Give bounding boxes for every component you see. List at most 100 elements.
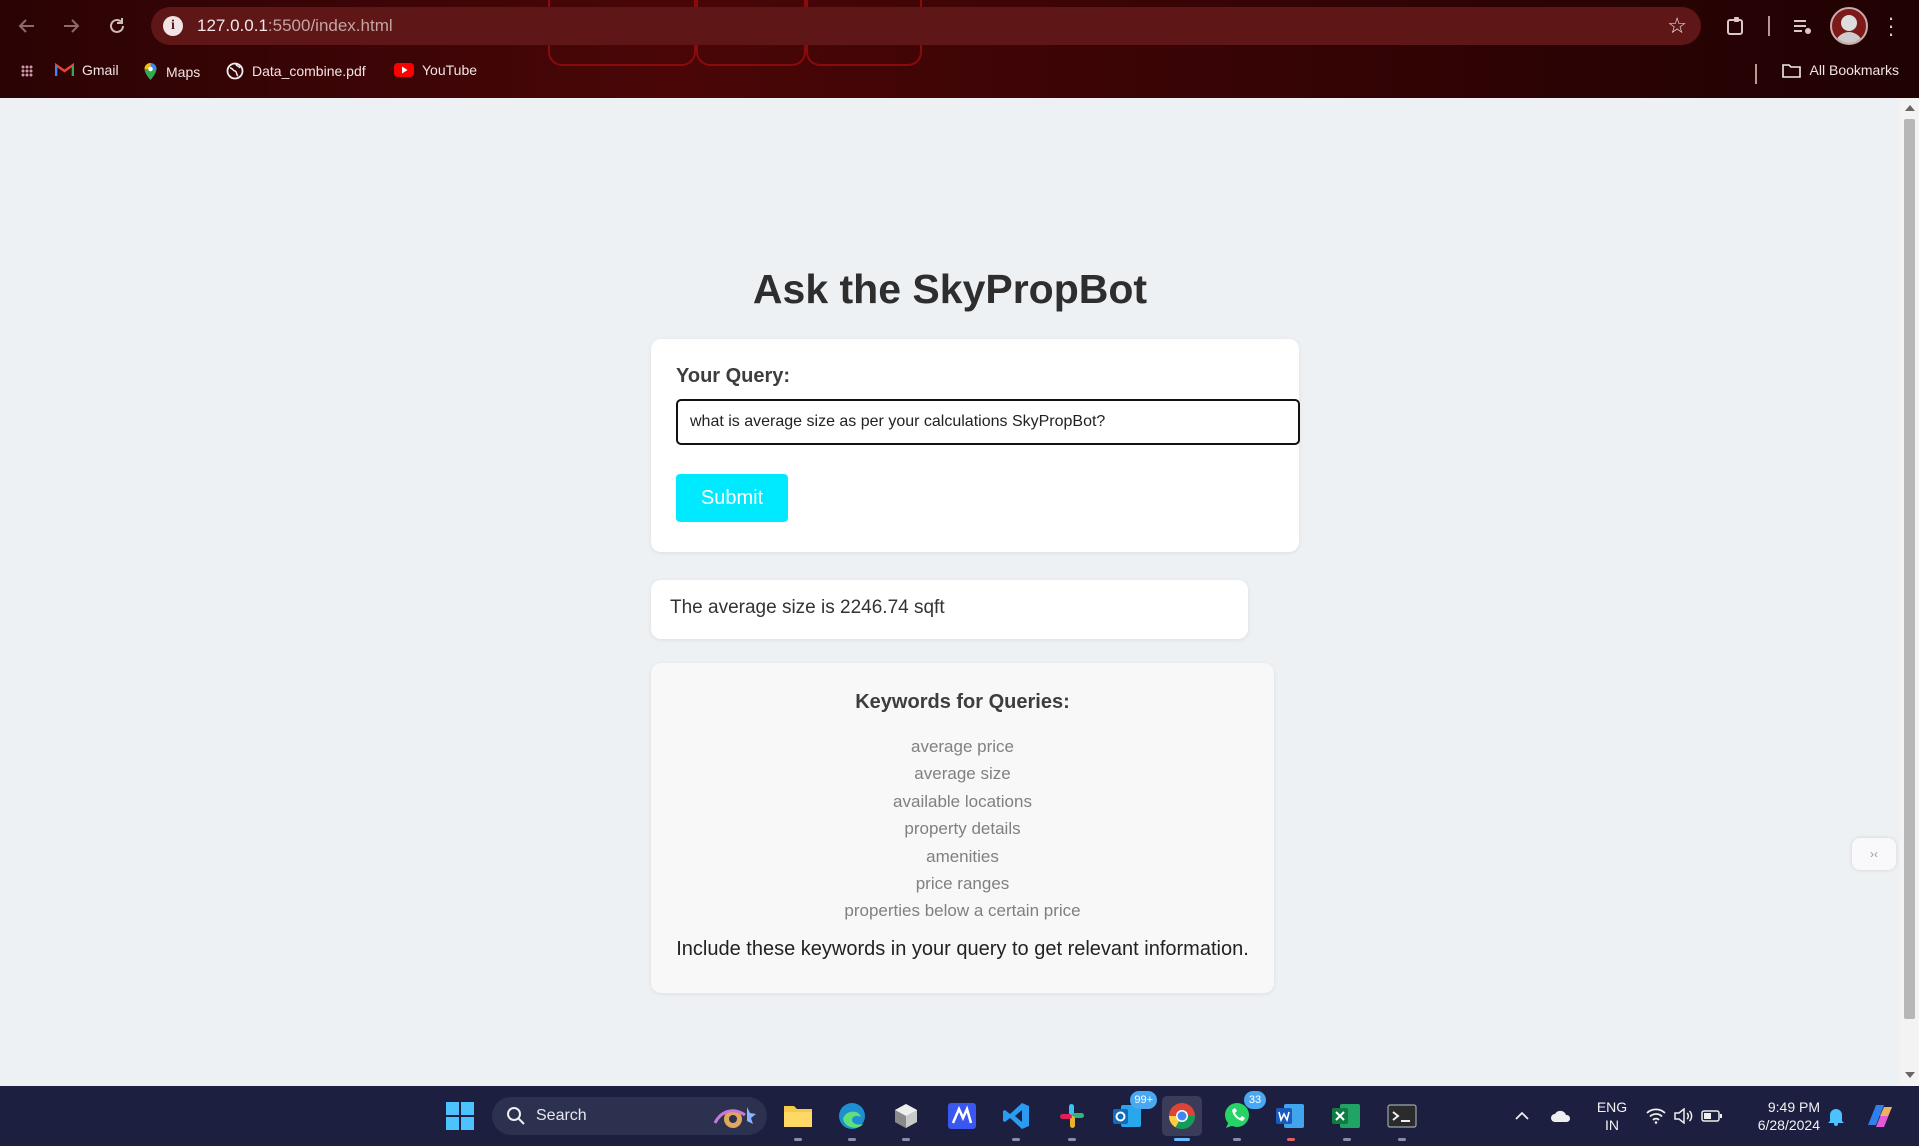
- file-explorer-app[interactable]: [778, 1096, 818, 1141]
- m-app-icon: [948, 1103, 976, 1129]
- edge-app[interactable]: [832, 1096, 872, 1141]
- running-indicator: [902, 1138, 910, 1141]
- bookmark-label: Maps: [166, 63, 201, 80]
- all-bookmarks-button[interactable]: All Bookmarks: [1781, 62, 1899, 78]
- page-title: Ask the SkyPropBot: [752, 266, 1148, 312]
- language-code: ENG: [1596, 1099, 1628, 1115]
- copilot-icon: [1868, 1105, 1892, 1127]
- scroll-up-arrow-icon[interactable]: [1905, 105, 1915, 111]
- youtube-icon: [394, 63, 414, 77]
- reload-button[interactable]: [104, 13, 130, 39]
- battery-tray[interactable]: [1692, 1096, 1732, 1136]
- system-clock[interactable]: 9:49 PM 6/28/2024: [1740, 1098, 1820, 1134]
- running-indicator: [794, 1138, 802, 1141]
- bookmark-star-icon[interactable]: ☆: [1667, 13, 1687, 39]
- taskbar-search-box[interactable]: Search: [492, 1097, 767, 1135]
- toolbar-separator: [1768, 16, 1770, 36]
- vscode-app[interactable]: [996, 1096, 1036, 1141]
- submit-button[interactable]: Submit: [676, 474, 788, 522]
- app-m-icon-button[interactable]: [942, 1096, 982, 1136]
- outlook-app[interactable]: 99+: [1108, 1091, 1157, 1136]
- chevron-up-icon: [1515, 1111, 1529, 1120]
- slack-icon: [1060, 1104, 1084, 1128]
- running-indicator: [1012, 1138, 1020, 1141]
- onedrive-tray[interactable]: [1541, 1096, 1581, 1136]
- answer-card: The average size is 2246.74 sqft: [651, 580, 1248, 639]
- vscode-icon: [1003, 1103, 1029, 1129]
- bookmark-maps[interactable]: Maps: [143, 62, 200, 81]
- back-arrow-icon: [18, 19, 34, 33]
- running-indicator: [848, 1138, 856, 1141]
- page-scrollbar[interactable]: [1900, 98, 1919, 1086]
- browser-toolbar: 127.0.0.1:5500/index.html ☆ ···: [0, 0, 1919, 52]
- site-info-icon[interactable]: [163, 16, 183, 36]
- start-button[interactable]: [440, 1096, 480, 1136]
- bell-icon: [1828, 1109, 1844, 1126]
- running-indicator: [1398, 1138, 1406, 1141]
- url-text[interactable]: 127.0.0.1:5500/index.html: [197, 16, 393, 36]
- profile-avatar[interactable]: [1830, 7, 1868, 45]
- forward-button[interactable]: [58, 13, 84, 39]
- page-viewport: Ask the SkyPropBot Your Query: Submit Th…: [0, 98, 1900, 1086]
- keyword-item: available locations: [893, 791, 1032, 811]
- bookmark-data-combine[interactable]: Data_combine.pdf: [226, 62, 366, 80]
- globe-icon: [226, 62, 244, 80]
- input-language-indicator[interactable]: ENG IN: [1592, 1098, 1632, 1134]
- search-highlight-icon: [713, 1107, 756, 1128]
- apps-grid-icon[interactable]: [20, 64, 34, 78]
- windows-taskbar: Search 99+ 33 ENG IN 9:49 PM 6/28/2024: [0, 1086, 1919, 1146]
- terminal-app[interactable]: [1382, 1096, 1422, 1141]
- excel-icon: [1332, 1104, 1360, 1128]
- copilot-button[interactable]: [1860, 1096, 1900, 1136]
- keyword-item: price ranges: [915, 873, 1010, 893]
- unity-app[interactable]: [886, 1096, 926, 1141]
- cloud-icon: [1551, 1110, 1571, 1122]
- bookmarks-separator: [1755, 64, 1757, 84]
- copilot-side-icon[interactable]: ›‹: [1852, 838, 1896, 870]
- scrollbar-thumb[interactable]: [1904, 119, 1915, 1019]
- region-code: IN: [1605, 1117, 1619, 1133]
- query-label: Your Query:: [676, 365, 791, 387]
- terminal-icon: [1387, 1104, 1417, 1128]
- bookmark-label: YouTube: [422, 62, 478, 78]
- keyword-item: average price: [910, 737, 1014, 756]
- running-indicator: [1233, 1138, 1241, 1141]
- clock-time: 9:49 PM: [1767, 1099, 1820, 1115]
- speaker-icon: [1674, 1108, 1693, 1124]
- keywords-card: Keywords for Queries: average price aver…: [651, 663, 1274, 993]
- folder-icon: [784, 1106, 812, 1127]
- notifications-button[interactable]: [1816, 1096, 1856, 1136]
- extensions-icon[interactable]: [1722, 12, 1750, 40]
- slack-app[interactable]: [1052, 1096, 1092, 1141]
- clock-date: 6/28/2024: [1757, 1117, 1820, 1133]
- browser-menu-icon[interactable]: · · ·: [1886, 7, 1896, 45]
- wifi-icon: [1646, 1108, 1666, 1124]
- back-button[interactable]: [14, 13, 40, 39]
- keywords-title: Keywords for Queries:: [855, 691, 1070, 713]
- running-indicator: [1174, 1138, 1190, 1141]
- word-app[interactable]: [1271, 1096, 1311, 1141]
- url-host: 127.0.0.1: [197, 16, 268, 35]
- scroll-down-arrow-icon[interactable]: [1905, 1072, 1915, 1078]
- show-hidden-icons-button[interactable]: [1502, 1096, 1542, 1136]
- browser-chrome: 127.0.0.1:5500/index.html ☆ ··· Gmail Ma…: [0, 0, 1919, 98]
- whatsapp-app[interactable]: 33: [1217, 1091, 1266, 1141]
- gmail-icon: [55, 63, 74, 76]
- chrome-app[interactable]: [1162, 1096, 1202, 1141]
- bookmark-gmail[interactable]: Gmail: [55, 62, 119, 78]
- bookmark-label: Data_combine.pdf: [252, 63, 366, 79]
- media-controls-icon[interactable]: [1788, 12, 1816, 40]
- cube-icon: [895, 1104, 917, 1128]
- address-bar[interactable]: 127.0.0.1:5500/index.html ☆: [151, 7, 1701, 45]
- battery-icon: [1701, 1110, 1722, 1122]
- taskbar-search-label: Search: [536, 1107, 587, 1124]
- bookmark-youtube[interactable]: YouTube: [394, 62, 477, 78]
- excel-app[interactable]: [1327, 1096, 1367, 1141]
- query-input[interactable]: [676, 399, 1300, 445]
- keywords-note: Include these keywords in your query to …: [676, 938, 1249, 960]
- keyword-item: amenities: [926, 846, 999, 866]
- notification-badge: 99+: [1130, 1091, 1157, 1109]
- running-indicator: [1068, 1138, 1076, 1141]
- query-form-card: Your Query: Submit: [651, 339, 1300, 552]
- keyword-item: property details: [904, 819, 1021, 839]
